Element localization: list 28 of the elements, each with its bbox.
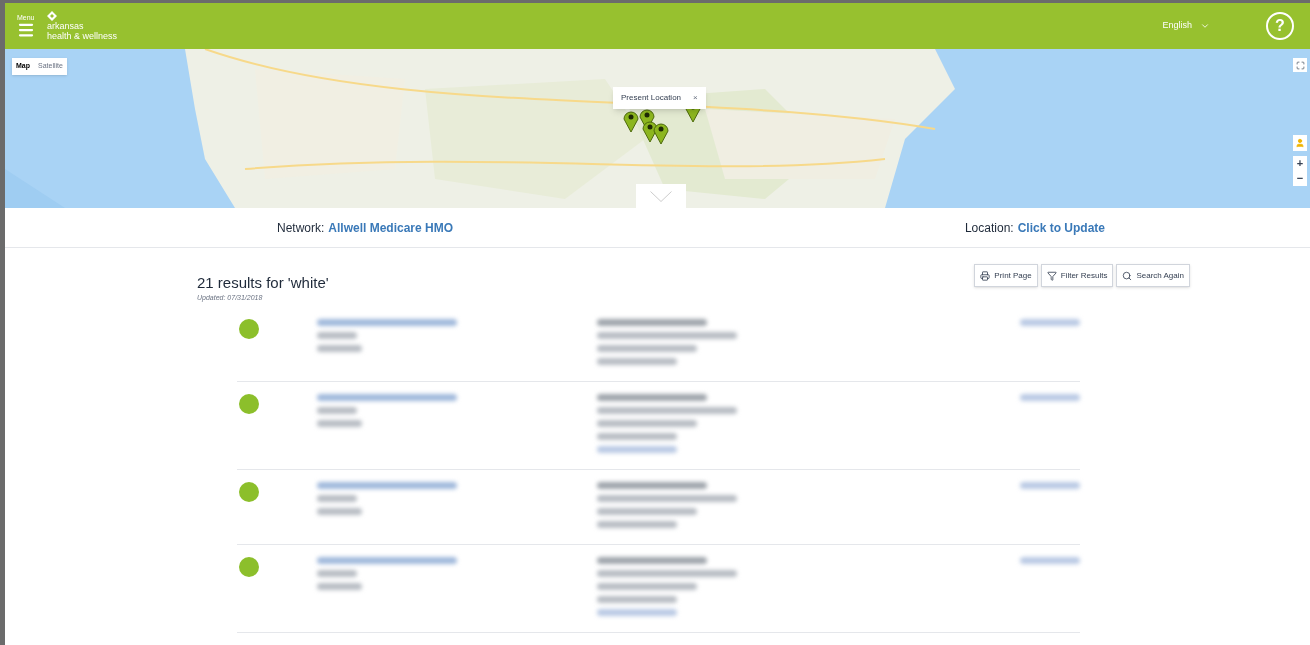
map-pin-icon[interactable] (623, 109, 639, 133)
result-marker (239, 482, 259, 503)
chevron-down-icon (650, 190, 672, 202)
search-button[interactable]: Search Again (1116, 264, 1190, 287)
network-link[interactable]: Allwell Medicare HMO (328, 218, 454, 237)
print-button[interactable]: Print Page (974, 264, 1038, 287)
brand-name: arkansas (47, 21, 85, 31)
result-marker (239, 319, 259, 340)
person-icon (1295, 138, 1305, 148)
fullscreen-icon (1295, 60, 1305, 70)
result-marker (239, 557, 259, 578)
print-icon (980, 270, 991, 281)
zoom-out-button[interactable]: − (1293, 171, 1307, 186)
popup-text: Present Location (621, 92, 682, 104)
zoom-in-button[interactable]: + (1293, 156, 1307, 171)
filter-button[interactable]: Filter Results (1040, 264, 1114, 287)
network-label: Network: (277, 219, 325, 237)
close-button[interactable]: × (693, 92, 698, 104)
diamond-logo-icon (47, 11, 57, 21)
location-link[interactable]: Click to Update (1017, 218, 1105, 237)
search-icon (1122, 270, 1133, 281)
filter-icon (1046, 270, 1057, 281)
results-heading: 21 results for 'white' (197, 274, 329, 293)
map-pin-icon[interactable] (653, 121, 669, 145)
brand-name: health & wellness (47, 31, 118, 41)
caret-icon (1200, 21, 1210, 31)
location-label: Location: (964, 219, 1014, 237)
result-marker (239, 394, 259, 415)
